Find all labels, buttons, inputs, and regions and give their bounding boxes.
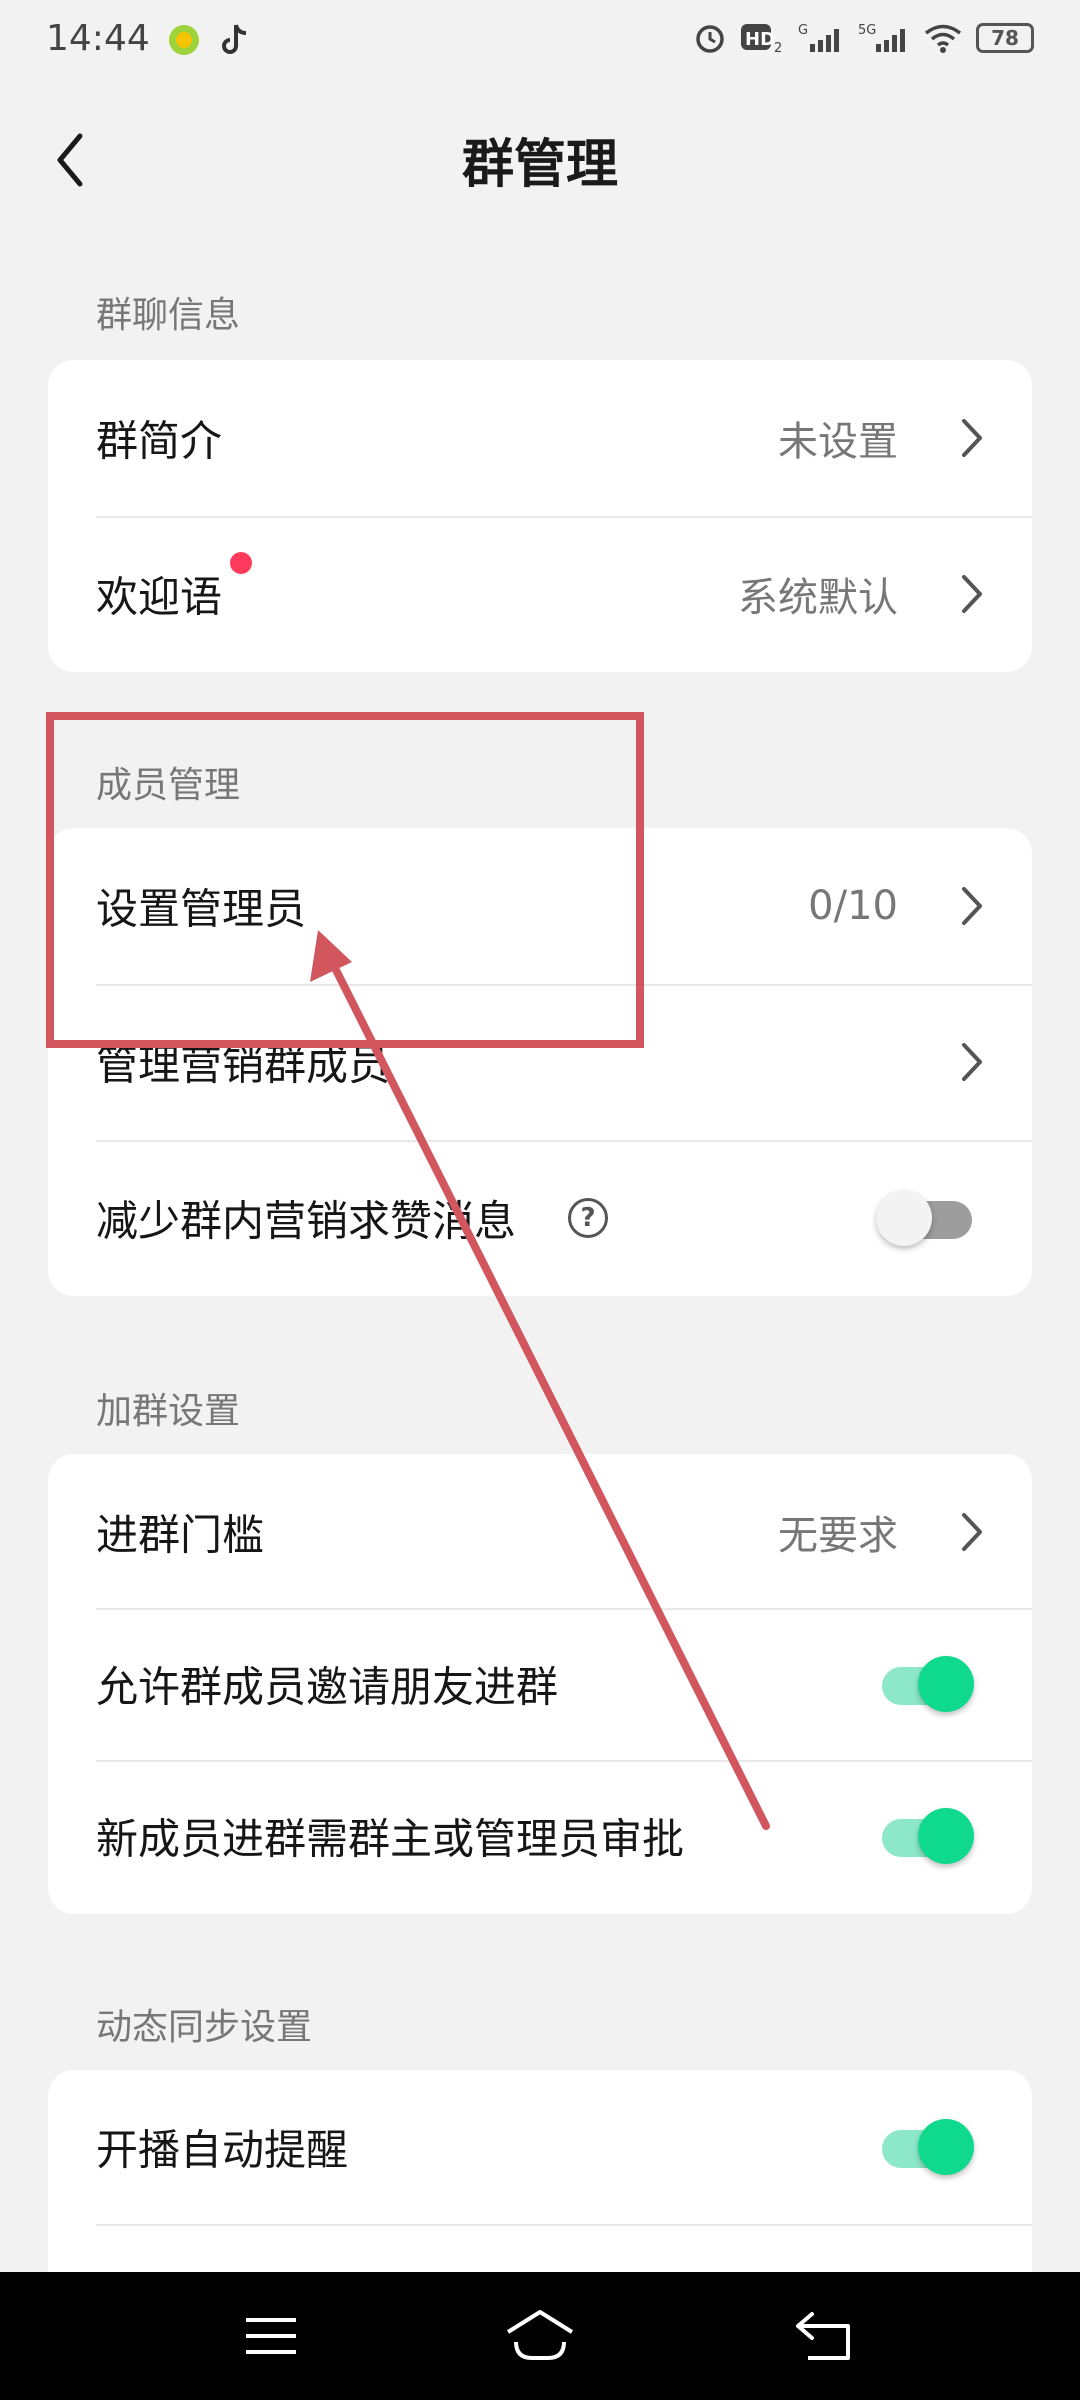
card-feed-sync: 开播自动提醒 <box>48 2070 1032 2300</box>
5g-signal-icon: 5G <box>858 23 905 52</box>
section-label-join-settings: 加群设置 <box>96 1391 241 1432</box>
toggle-knob <box>918 2119 974 2175</box>
row-welcome-message[interactable]: 欢迎语 系统默认 <box>48 516 1032 672</box>
card-group-info: 群简介 未设置 欢迎语 系统默认 <box>48 360 1032 672</box>
row-group-intro[interactable]: 群简介 未设置 <box>48 360 1032 516</box>
svg-text:5G: 5G <box>858 23 876 38</box>
tiktok-icon <box>222 24 247 54</box>
chevron-right-icon <box>962 887 982 925</box>
status-right-icons: HD 2 G 5G 78 <box>694 22 1034 54</box>
status-bar: 14:44 HD 2 G 5G 78 <box>0 0 1080 84</box>
row-value: 无要求 <box>778 1513 898 1559</box>
header: 群管理 <box>0 84 1080 220</box>
toggle-allow-member-invite[interactable] <box>876 1656 974 1712</box>
chevron-right-icon <box>962 1513 982 1551</box>
g-signal-icon: G <box>798 23 839 52</box>
system-nav-bar <box>0 2272 1080 2400</box>
row-label: 减少群内营销求赞消息 <box>96 1196 517 1246</box>
row-label: 群简介 <box>96 416 223 466</box>
app-notification-icon <box>169 25 199 55</box>
row-label: 新成员进群需群主或管理员审批 <box>96 1814 685 1864</box>
divider <box>96 516 1032 518</box>
section-label-group-info: 群聊信息 <box>96 295 241 336</box>
row-value: 系统默认 <box>738 575 898 621</box>
back-icon[interactable] <box>790 2304 860 2368</box>
toggle-require-approval[interactable] <box>876 1808 974 1864</box>
chevron-right-icon <box>962 419 982 457</box>
menu-icon[interactable] <box>236 2304 306 2368</box>
row-reduce-marketing-messages: 减少群内营销求赞消息 ? <box>48 1140 1032 1296</box>
page-title: 群管理 <box>461 135 618 195</box>
svg-text:HD: HD <box>745 29 775 50</box>
row-value: 未设置 <box>778 419 898 465</box>
divider <box>96 1608 1032 1610</box>
help-icon[interactable]: ? <box>568 1198 608 1238</box>
divider <box>96 2224 1032 2226</box>
svg-text:2: 2 <box>774 41 782 54</box>
toggle-reduce-marketing-messages[interactable] <box>876 1190 974 1246</box>
svg-text:G: G <box>798 23 808 38</box>
chevron-right-icon <box>962 575 982 613</box>
home-icon[interactable] <box>502 2304 578 2368</box>
row-allow-member-invite: 允许群成员邀请朋友进群 <box>48 1608 1032 1760</box>
section-label-feed-sync: 动态同步设置 <box>96 2007 313 2048</box>
alarm-icon <box>696 25 724 53</box>
wifi-icon <box>924 24 962 53</box>
row-label: 欢迎语 <box>96 572 223 622</box>
divider <box>96 1140 1032 1142</box>
status-time: 14:44 <box>46 18 150 59</box>
divider <box>96 1760 1032 1762</box>
toggle-knob <box>876 1190 932 1246</box>
toggle-knob <box>918 1656 974 1712</box>
row-label: 允许群成员邀请朋友进群 <box>96 1662 559 1712</box>
row-label: 开播自动提醒 <box>96 2125 349 2175</box>
annotation-highlight-box <box>46 712 644 1048</box>
new-badge-dot <box>230 552 252 574</box>
toggle-knob <box>918 1808 974 1864</box>
card-join-settings: 进群门槛 无要求 允许群成员邀请朋友进群 新成员进群需群主或管理员审批 <box>48 1454 1032 1914</box>
row-value: 0/10 <box>808 883 898 929</box>
row-live-auto-reminder: 开播自动提醒 <box>48 2070 1032 2224</box>
row-require-approval: 新成员进群需群主或管理员审批 <box>48 1760 1032 1912</box>
status-app-icons <box>166 22 250 58</box>
row-label: 进群门槛 <box>96 1510 265 1560</box>
chevron-right-icon <box>962 1043 982 1081</box>
battery-icon: 78 <box>976 23 1034 53</box>
row-join-threshold[interactable]: 进群门槛 无要求 <box>48 1454 1032 1610</box>
toggle-live-auto-reminder[interactable] <box>876 2119 974 2175</box>
hd-icon: HD 2 <box>741 24 782 54</box>
